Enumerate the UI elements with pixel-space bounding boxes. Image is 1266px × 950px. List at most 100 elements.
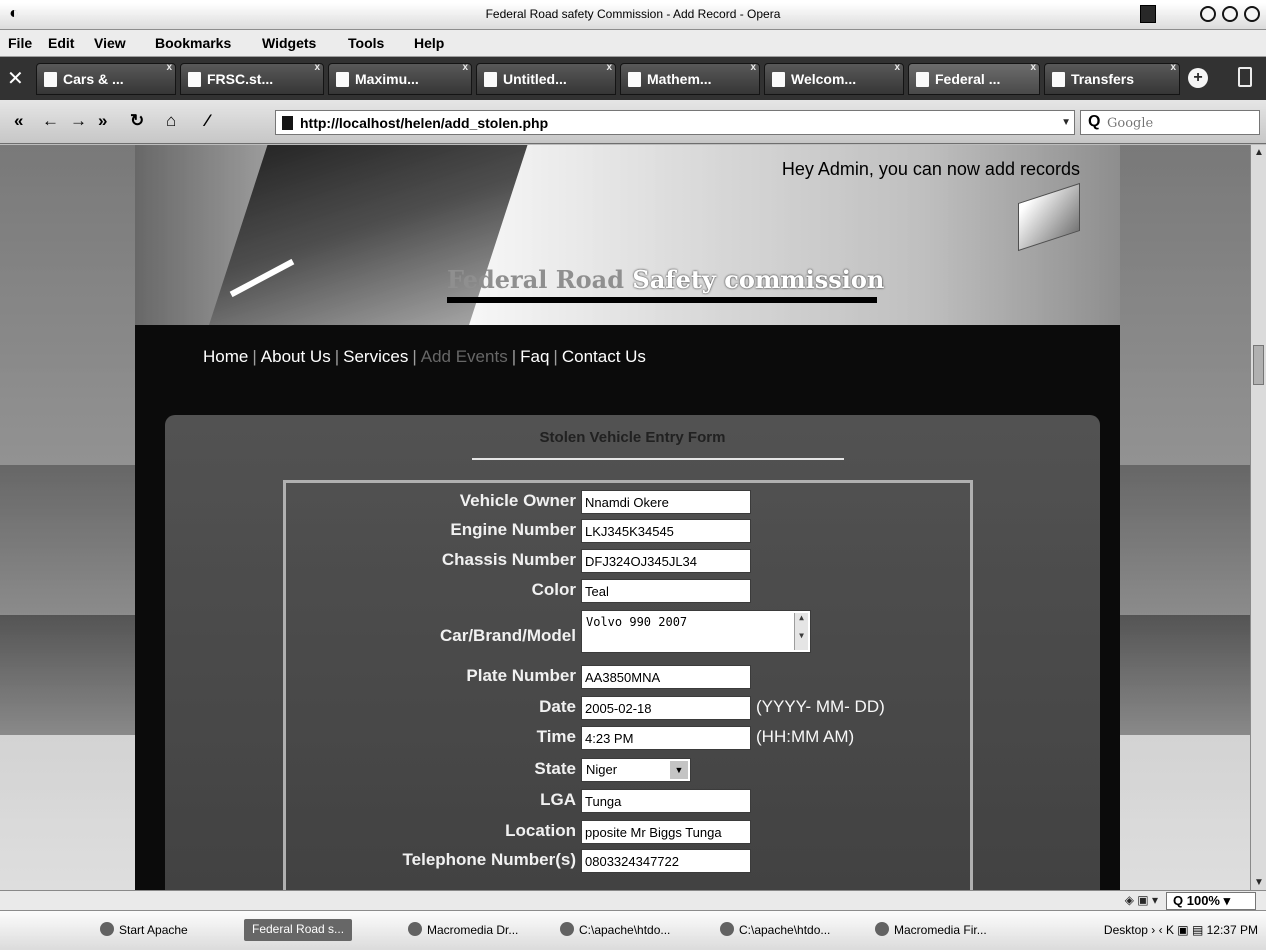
time-input[interactable] — [581, 726, 751, 750]
task-apache-htdocs-1[interactable]: C:\apache\htdo... — [560, 922, 670, 944]
scroll-down-icon[interactable]: ▼ — [1254, 877, 1264, 888]
menu-edit[interactable]: Edit — [48, 35, 74, 51]
scroll-up-icon[interactable]: ▲ — [1254, 147, 1264, 158]
label-color: Color — [531, 580, 576, 599]
task-federal-road[interactable]: Federal Road s... — [244, 919, 353, 941]
nav-add-events[interactable]: Add Events — [421, 347, 508, 366]
edit-icon[interactable]: ⁄ — [206, 111, 209, 131]
menu-view[interactable]: View — [94, 35, 126, 51]
zoom-control[interactable]: Q 100% ▾ — [1166, 892, 1256, 910]
nav-services[interactable]: Services — [343, 347, 408, 366]
nav-faq[interactable]: Faq — [520, 347, 549, 366]
task-start-apache[interactable]: Start Apache — [100, 922, 188, 944]
page-icon — [772, 72, 785, 87]
tab-welcome[interactable]: Welcom... x — [764, 62, 904, 95]
tab-frsc[interactable]: FRSC.st... x — [180, 62, 324, 95]
minimize-button[interactable] — [1200, 6, 1216, 22]
reload-icon[interactable]: ↻ — [130, 111, 144, 131]
label-engine-number: Engine Number — [450, 520, 576, 539]
lga-input[interactable] — [581, 789, 751, 813]
textarea-scrollbar[interactable]: ▲ ▼ — [794, 613, 808, 650]
telephone-input[interactable] — [581, 849, 751, 873]
chevron-down-icon[interactable]: ▼ — [670, 761, 688, 779]
browser-screen: { "window": { "title": "Federal Road saf… — [0, 0, 1266, 950]
page-viewport: Hey Admin, you can now add records Feder… — [0, 145, 1250, 890]
address-toolbar: « ← → » ↻ ⌂ ⁄ http://localhost/helen/add… — [0, 100, 1266, 144]
page-icon — [484, 72, 497, 87]
car-model-text: Volvo 990 2007 — [586, 615, 688, 629]
search-input[interactable] — [1107, 114, 1247, 132]
tab-mathem[interactable]: Mathem... x — [620, 62, 760, 95]
trash-icon[interactable] — [1238, 67, 1252, 87]
menu-bookmarks[interactable]: Bookmarks — [155, 35, 231, 51]
state-select[interactable]: Niger ▼ — [581, 758, 691, 782]
row-car-model: Car/Brand/Model — [286, 625, 576, 649]
tab-cars[interactable]: Cars & ... x — [36, 62, 176, 95]
nav-home[interactable]: Home — [203, 347, 248, 366]
window-menu-icon[interactable] — [1140, 5, 1156, 23]
task-apache-htdocs-2[interactable]: C:\apache\htdo... — [720, 922, 830, 944]
tab-close-icon[interactable]: x — [1170, 62, 1176, 73]
vehicle-owner-input[interactable] — [581, 490, 751, 514]
color-input[interactable] — [581, 579, 751, 603]
status-icons[interactable]: ◈ ▣ ▾ — [1125, 893, 1158, 907]
back-icon[interactable]: ← — [42, 111, 59, 131]
menu-help[interactable]: Help — [414, 35, 444, 51]
chevron-down-icon[interactable]: ▼ — [1061, 117, 1071, 128]
home-icon[interactable]: ⌂ — [166, 111, 176, 131]
tab-federal[interactable]: Federal ... x — [908, 62, 1040, 95]
url-text: http://localhost/helen/add_stolen.php — [300, 115, 549, 131]
admin-message: Hey Admin, you can now add records — [781, 159, 1080, 179]
cube-logo — [1018, 182, 1080, 252]
date-input[interactable] — [581, 696, 751, 720]
time-format-hint: (HH:MM AM) — [756, 727, 855, 746]
tools-icon[interactable]: ✕ — [7, 66, 24, 91]
transfers-icon — [1052, 72, 1065, 87]
new-tab-icon[interactable]: + — [1188, 68, 1208, 88]
tab-transfers[interactable]: Transfers x — [1044, 62, 1180, 95]
tray-icons[interactable]: › ‹ K ▣ ▤ — [1151, 923, 1206, 937]
title-divider — [472, 458, 844, 460]
plate-number-input[interactable] — [581, 665, 751, 689]
page-icon — [336, 72, 349, 87]
label-plate-number: Plate Number — [466, 666, 576, 685]
page-icon — [282, 116, 293, 130]
menu-file[interactable]: File — [8, 35, 32, 51]
row-time: Time — [286, 726, 576, 750]
engine-number-input[interactable] — [581, 519, 751, 543]
nav-contact-us[interactable]: Contact Us — [562, 347, 646, 366]
tab-close-icon[interactable]: x — [1030, 62, 1036, 73]
site-header: Hey Admin, you can now add records Feder… — [135, 145, 1120, 325]
tab-close-icon[interactable]: x — [750, 62, 756, 73]
window-title-bar: ◐ Federal Road safety Commission - Add R… — [0, 0, 1266, 30]
tray-desktop[interactable]: Desktop — [1104, 923, 1148, 937]
tab-close-icon[interactable]: x — [166, 62, 172, 73]
rewind-icon[interactable]: « — [14, 111, 23, 131]
car-model-textarea[interactable]: Volvo 990 2007 ▲ ▼ — [581, 610, 811, 653]
tab-close-icon[interactable]: x — [462, 62, 468, 73]
page-icon — [188, 72, 201, 87]
dreamweaver-icon — [408, 922, 422, 936]
chassis-number-input[interactable] — [581, 549, 751, 573]
scroll-thumb[interactable] — [1253, 345, 1264, 385]
tab-maximum[interactable]: Maximu... x — [328, 62, 472, 95]
search-icon[interactable]: Q — [1088, 113, 1100, 131]
task-macromedia-fir[interactable]: Macromedia Fir... — [875, 922, 987, 944]
forward-icon[interactable]: → — [70, 111, 87, 131]
menu-tools[interactable]: Tools — [348, 35, 384, 51]
location-input[interactable] — [581, 820, 751, 844]
fields-box: Vehicle Owner Engine Number Chassis Numb… — [283, 480, 973, 890]
task-macromedia-dr[interactable]: Macromedia Dr... — [408, 922, 518, 944]
address-field[interactable]: http://localhost/helen/add_stolen.php ▼ — [275, 110, 1075, 135]
brand-underline — [447, 297, 877, 303]
tab-untitled[interactable]: Untitled... x — [476, 62, 616, 95]
tab-close-icon[interactable]: x — [314, 62, 320, 73]
page-scrollbar[interactable]: ▲ ▼ — [1250, 145, 1266, 890]
close-button[interactable] — [1244, 6, 1260, 22]
fast-forward-icon[interactable]: » — [98, 111, 107, 131]
menu-widgets[interactable]: Widgets — [262, 35, 316, 51]
tab-close-icon[interactable]: x — [894, 62, 900, 73]
maximize-button[interactable] — [1222, 6, 1238, 22]
tab-close-icon[interactable]: x — [606, 62, 612, 73]
nav-about-us[interactable]: About Us — [261, 347, 331, 366]
